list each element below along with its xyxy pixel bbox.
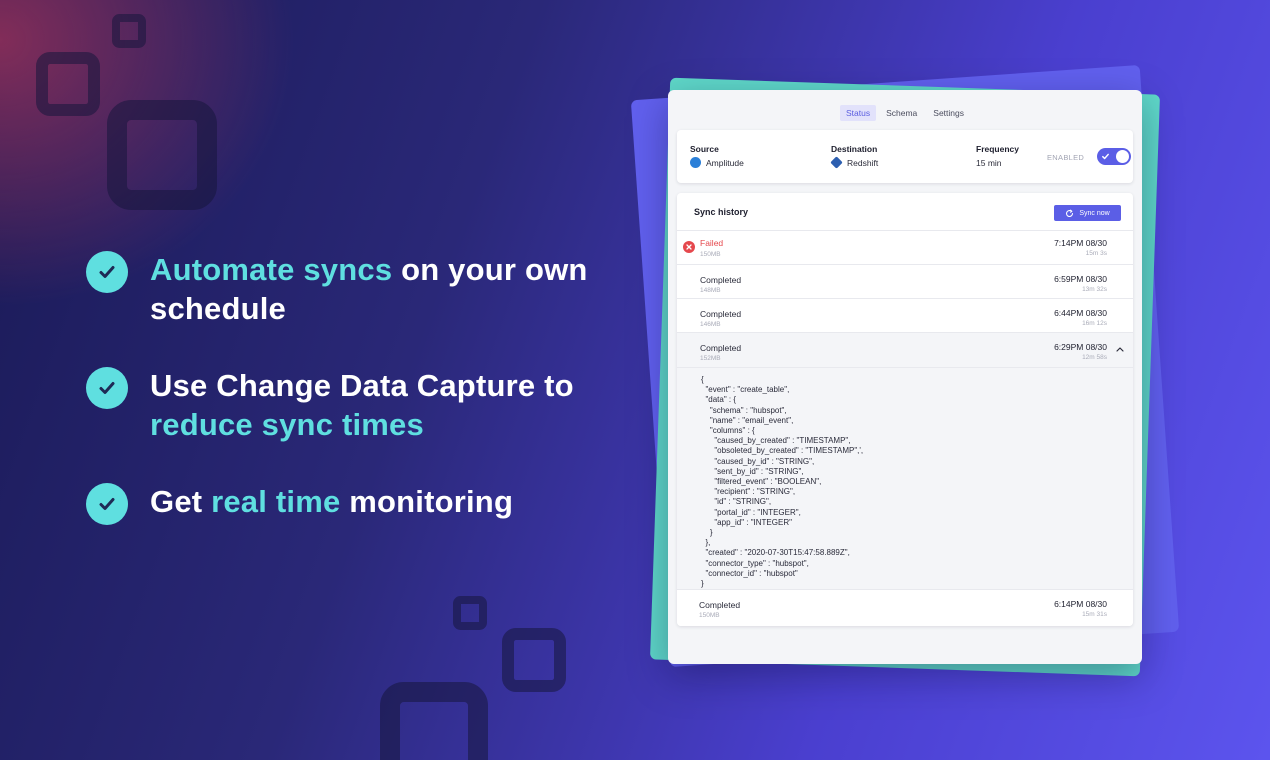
feature-highlight: real time — [211, 484, 341, 519]
sync-row-expanded[interactable]: Completed 152MB 6:29PM 08/30 12m 58s — [677, 332, 1133, 367]
feature-text: Use Change Data Capture to reduce sync t… — [150, 366, 590, 444]
json-line: "obsoleted_by_created" : "TIMESTAMP",', — [701, 446, 864, 456]
sync-row[interactable]: Completed 146MB 6:44PM 08/30 16m 12s — [677, 298, 1133, 332]
json-line: "event" : "create_table", — [701, 385, 790, 395]
destination-label: Destination — [831, 144, 878, 154]
json-line: "recipient" : "STRING", — [701, 487, 796, 497]
json-line: "connector_id" : "hubspot" — [701, 568, 798, 578]
sync-time: 6:44PM 08/30 — [1054, 308, 1107, 318]
sync-row[interactable]: Completed 148MB 6:59PM 08/30 13m 32s — [677, 264, 1133, 298]
feature-item: Get real time monitoring — [86, 482, 590, 525]
json-line: "portal_id" : "INTEGER", — [701, 507, 801, 517]
sync-duration: 15m 31s — [1082, 611, 1107, 618]
sync-panel: Status Schema Settings Source Amplitude … — [668, 90, 1142, 664]
decor-square — [36, 52, 100, 116]
sync-status-failed: Failed — [700, 238, 724, 248]
sync-status: Completed — [700, 309, 742, 319]
json-line: "data" : { — [701, 395, 737, 405]
sync-status: Completed — [699, 600, 741, 610]
json-line: "caused_by_id" : "STRING", — [701, 456, 815, 466]
feature-text-part: Get — [150, 484, 212, 519]
json-line: "connector_type" : "hubspot", — [701, 558, 809, 568]
json-line: "name" : "email_event", — [701, 415, 794, 425]
json-line: "id" : "STRING", — [701, 497, 772, 507]
enabled-toggle[interactable] — [1097, 148, 1131, 165]
sync-time: 7:14PM 08/30 — [1054, 238, 1107, 248]
json-line: } — [701, 528, 713, 538]
json-line: { — [701, 375, 704, 384]
check-icon — [86, 251, 128, 293]
feature-item: Use Change Data Capture to reduce sync t… — [86, 366, 590, 444]
check-icon — [86, 483, 128, 525]
sync-duration: 12m 58s — [1082, 354, 1107, 361]
decor-square — [107, 100, 217, 210]
json-line: "filtered_event" : "BOOLEAN", — [701, 477, 822, 487]
chevron-up-icon[interactable] — [1116, 346, 1124, 352]
sync-size: 150MB — [699, 612, 720, 619]
sync-size: 148MB — [700, 287, 721, 294]
sync-status: Completed — [700, 275, 742, 285]
tab-bar: Status Schema Settings — [668, 105, 1142, 121]
json-line: }, — [701, 538, 711, 548]
sync-time: 6:14PM 08/30 — [1054, 599, 1107, 609]
json-line: } — [701, 579, 704, 589]
json-line: "sent_by_id" : "STRING", — [701, 466, 804, 476]
sync-duration: 15m 3s — [1085, 250, 1107, 257]
tab-status[interactable]: Status — [839, 105, 877, 121]
json-line: "app_id" : "INTEGER" — [701, 517, 792, 527]
sync-now-label: Sync now — [1079, 209, 1110, 217]
sync-now-button[interactable]: Sync now — [1054, 205, 1121, 221]
frequency-value: 15 min — [976, 158, 1002, 168]
toggle-knob — [1116, 150, 1129, 163]
decor-square — [112, 14, 146, 48]
sync-history-card: Sync history Sync now Failed 150MB 7:14P… — [677, 193, 1133, 626]
json-line: "created" : "2020-07-30T15:47:58.889Z", — [701, 548, 850, 558]
json-line: "columns" : { — [701, 426, 755, 436]
check-icon — [86, 367, 128, 409]
decor-square — [380, 682, 488, 760]
check-icon — [1102, 153, 1109, 160]
source-value: Amplitude — [690, 157, 744, 168]
feature-text: Automate syncs on your own schedule — [150, 250, 590, 328]
sync-history-title: Sync history — [694, 207, 749, 217]
sync-size: 150MB — [700, 251, 721, 258]
json-line: "caused_by_created" : "TIMESTAMP", — [701, 436, 851, 446]
refresh-icon — [1066, 209, 1074, 217]
amplitude-icon — [690, 157, 701, 168]
sync-size: 146MB — [700, 321, 721, 328]
feature-text-part: Use Change Data Capture to — [150, 368, 574, 403]
source-name: Amplitude — [706, 157, 744, 168]
sync-time: 6:59PM 08/30 — [1054, 274, 1107, 284]
connection-card: Source Amplitude Destination Redshift Fr… — [677, 130, 1133, 183]
sync-size: 152MB — [700, 355, 721, 362]
feature-text: Get real time monitoring — [150, 482, 590, 521]
sync-duration: 16m 12s — [1082, 320, 1107, 327]
tab-schema[interactable]: Schema — [880, 105, 923, 121]
json-line: "schema" : "hubspot", — [701, 405, 787, 415]
frequency-label: Frequency — [976, 144, 1019, 154]
feature-text-part: monitoring — [340, 484, 514, 519]
sync-event-json: { "event" : "create_table", "data" : { "… — [677, 367, 1133, 589]
feature-item: Automate syncs on your own schedule — [86, 250, 590, 328]
feature-highlight: reduce sync times — [150, 407, 424, 442]
destination-name: Redshift — [847, 157, 879, 168]
tab-settings[interactable]: Settings — [927, 105, 970, 121]
redshift-icon — [830, 156, 843, 169]
source-label: Source — [690, 144, 719, 154]
feature-highlight: Automate syncs — [150, 252, 393, 287]
enabled-label: ENABLED — [1047, 153, 1085, 162]
sync-row[interactable]: Completed 150MB 6:14PM 08/30 15m 31s — [677, 589, 1133, 626]
decor-square — [502, 628, 566, 692]
sync-time: 6:29PM 08/30 — [1054, 342, 1107, 352]
sync-row[interactable]: Failed 150MB 7:14PM 08/30 15m 3s — [677, 230, 1133, 264]
error-icon — [683, 241, 695, 253]
decor-square — [453, 596, 487, 630]
sync-status: Completed — [700, 343, 742, 353]
sync-duration: 13m 32s — [1082, 286, 1107, 293]
destination-value: Redshift — [830, 156, 879, 169]
